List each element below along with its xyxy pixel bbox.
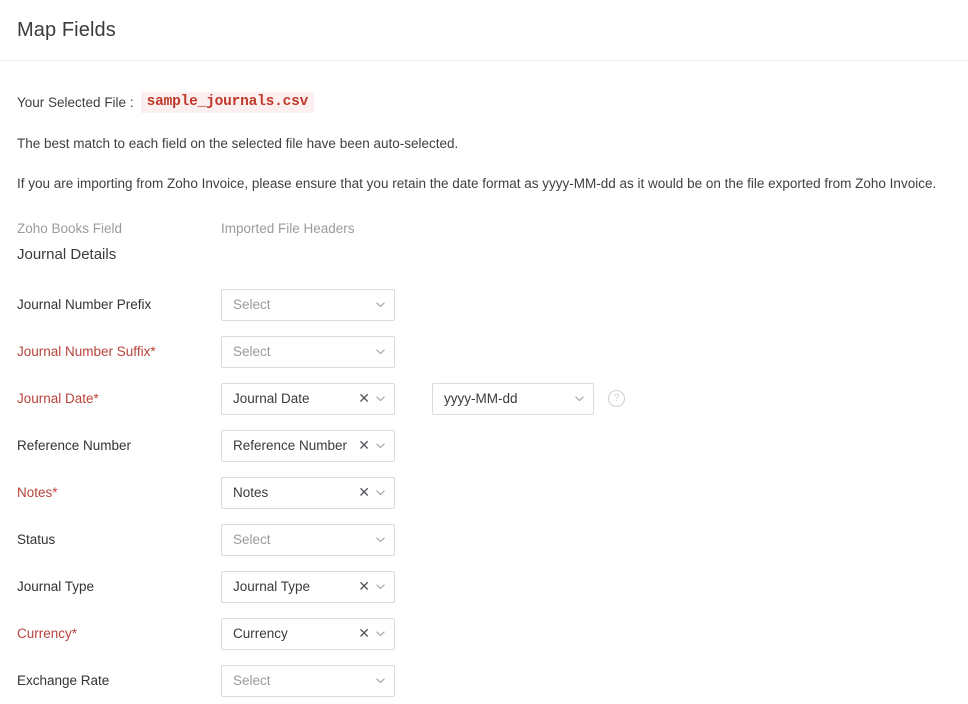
field-label-journal-number-suffix: Journal Number Suffix* [17,344,156,360]
field-label-journal-number-prefix: Journal Number Prefix [17,297,152,313]
chevron-down-icon-currency[interactable] [375,628,386,639]
field-row-journal-number-suffix: Journal Number Suffix* Select [17,328,951,375]
intro-line-1: The best match to each field on the sele… [17,136,459,151]
required-asterisk: * [52,485,58,501]
select-value-reference-number: Reference Number [233,438,348,454]
field-label-status: Status [17,532,56,548]
select-value-journal-date: Journal Date [233,391,310,407]
required-asterisk: * [71,626,78,642]
clear-icon-journal-type[interactable]: ✕ [358,580,370,594]
select-reference-number[interactable]: Reference Number ✕ [221,429,395,462]
field-label-journal-date: Journal Date* [17,391,99,407]
clear-icon-notes[interactable]: ✕ [358,486,370,500]
chevron-down-icon-journal-number-suffix[interactable] [375,346,386,357]
field-row-notes: Notes* Notes ✕ [17,469,951,516]
select-value-status: Select [233,532,271,548]
field-row-currency: Currency* Currency ✕ [17,610,951,657]
chevron-down-icon-status[interactable] [375,534,386,545]
selected-file-label: Your Selected File : [17,95,134,110]
select-value-date-format: yyyy-MM-dd [444,391,518,407]
intro-line-2: If you are importing from Zoho Invoice, … [17,175,937,191]
column-headers: Zoho Books Field Imported File Headers [0,221,968,236]
select-currency[interactable]: Currency ✕ [221,617,395,650]
clear-icon-reference-number[interactable]: ✕ [358,439,370,453]
field-row-journal-type: Journal Type Journal Type ✕ [17,563,951,610]
field-label-notes: Notes* [17,485,58,501]
field-label-reference-number: Reference Number [17,438,132,454]
page-title: Map Fields [17,18,116,41]
intro-section: Your Selected File : sample_journals.csv… [0,61,968,192]
chevron-down-icon-journal-type[interactable] [375,581,386,592]
selected-file-row: Your Selected File : sample_journals.csv [17,61,951,113]
select-exchange-rate[interactable]: Select [221,664,395,697]
select-value-currency: Currency [233,626,288,642]
select-value-exchange-rate: Select [233,673,271,689]
select-notes[interactable]: Notes ✕ [221,476,395,509]
chevron-down-icon-journal-date[interactable] [375,393,386,404]
field-row-status: Status Select [17,516,951,563]
select-journal-date[interactable]: Journal Date ✕ [221,382,395,415]
field-mapping-list: Journal Number Prefix Select Journal Numbe… [0,281,968,704]
help-icon-date-format[interactable]: ? [608,390,625,408]
field-row-reference-number: Reference Number Reference Number ✕ [17,422,951,469]
chevron-down-icon-notes[interactable] [375,487,386,498]
select-status[interactable]: Select [221,523,395,556]
select-date-format[interactable]: yyyy-MM-dd [432,382,594,415]
column-header-zoho-books-field: Zoho Books Field [17,221,123,237]
chevron-down-icon-date-format[interactable] [574,393,585,404]
select-value-journal-number-prefix: Select [233,297,271,313]
section-title-journal-details: Journal Details [17,246,117,264]
field-row-journal-number-prefix: Journal Number Prefix Select [17,281,951,328]
clear-icon-currency[interactable]: ✕ [358,627,370,641]
field-label-currency: Currency* [17,626,78,642]
select-value-notes: Notes [233,485,269,501]
chevron-down-icon-journal-number-prefix[interactable] [375,299,386,310]
page-header: Map Fields [0,0,968,61]
field-label-journal-type: Journal Type [17,579,95,595]
clear-icon-journal-date[interactable]: ✕ [358,392,370,406]
select-value-journal-number-suffix: Select [233,344,271,360]
column-header-imported-file-headers: Imported File Headers [221,221,355,237]
required-asterisk: * [150,344,156,360]
select-journal-number-prefix[interactable]: Select [221,288,395,321]
field-row-exchange-rate: Exchange Rate Select [17,657,951,704]
select-journal-number-suffix[interactable]: Select [221,335,395,368]
select-journal-type[interactable]: Journal Type ✕ [221,570,395,603]
chevron-down-icon-exchange-rate[interactable] [375,675,386,686]
chevron-down-icon-reference-number[interactable] [375,440,386,451]
required-asterisk: * [93,391,99,407]
field-row-journal-date: Journal Date* Journal Date ✕ yyyy-MM-dd? [17,375,951,422]
select-value-journal-type: Journal Type [233,579,311,595]
selected-file-name: sample_journals.csv [140,92,315,113]
field-label-exchange-rate: Exchange Rate [17,673,110,689]
